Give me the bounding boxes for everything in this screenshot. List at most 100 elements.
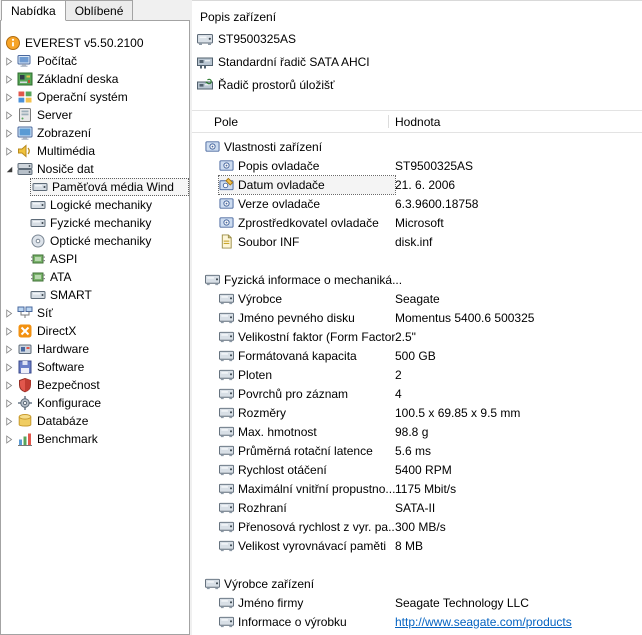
expand-collapsed-icon[interactable] (4, 146, 15, 157)
tree-item-zakladni-deska[interactable]: Základní deska (1, 70, 189, 88)
tree-item-operacni-system[interactable]: Operační systém (1, 88, 189, 106)
tree-item-benchmark[interactable]: Benchmark (1, 430, 189, 448)
expand-collapsed-icon[interactable] (4, 56, 15, 67)
expand-collapsed-icon[interactable] (4, 326, 15, 337)
expand-collapsed-icon[interactable] (4, 308, 15, 319)
tree-item-aspi[interactable]: ASPI (1, 250, 189, 268)
tree-item-label: Logické mechaniky (50, 198, 152, 212)
hard-disk-icon (219, 443, 234, 458)
memory-media-icon (32, 179, 48, 195)
table-row[interactable]: Rozhraní SATA-II (192, 498, 642, 517)
table-row[interactable]: Přenosová rychlost z vyr. pa... 300 MB/s (192, 517, 642, 536)
tree-item-logicke-mechaniky[interactable]: Logické mechaniky (1, 196, 189, 214)
table-row[interactable]: Výrobce Seagate (192, 289, 642, 308)
table-row-selected[interactable]: Datum ovladače 21. 6. 2006 (192, 175, 642, 194)
field-label: Zprostředkovatel ovladače (238, 216, 379, 230)
tree-item-ata[interactable]: ATA (1, 268, 189, 286)
device-item[interactable]: ST9500325AS (192, 27, 642, 50)
tree-item-label: EVEREST v5.50.2100 (25, 36, 144, 50)
field-label: Průměrná rotační latence (238, 444, 373, 458)
table-row[interactable]: Verze ovladače 6.3.9600.18758 (192, 194, 642, 213)
table-row[interactable]: Ploten 2 (192, 365, 642, 384)
table-row[interactable]: Formátovaná kapacita 500 GB (192, 346, 642, 365)
tree-item-smart[interactable]: SMART (1, 286, 189, 304)
field-label: Velikostní faktor (Form Factor) (238, 330, 395, 344)
field-label: Popis ovladače (238, 159, 319, 173)
table-row[interactable]: Jméno pevného disku Momentus 5400.6 5003… (192, 308, 642, 327)
tab-menu[interactable]: Nabídka (1, 0, 66, 21)
field-value: ST9500325AS (395, 159, 642, 173)
device-item[interactable]: Řadič prostorů úložišť (192, 73, 642, 96)
property-table: Vlastnosti zařízení Popis ovladače ST950… (192, 133, 642, 631)
field-label: Výrobce (238, 292, 282, 306)
table-row[interactable]: Povrchů pro záznam 4 (192, 384, 642, 403)
table-row[interactable]: Popis ovladače ST9500325AS (192, 156, 642, 175)
tree-item-databaze[interactable]: Databáze (1, 412, 189, 430)
tree-item-pametova-media[interactable]: Paměťová média Wind (1, 178, 189, 196)
tree-item-label: Software (37, 360, 84, 374)
tree-item-sit[interactable]: Síť (1, 304, 189, 322)
tree-item-multimedia[interactable]: Multimédia (1, 142, 189, 160)
tree-item-label: Zobrazení (37, 126, 91, 140)
table-row[interactable]: Jméno firmy Seagate Technology LLC (192, 593, 642, 612)
tree-item-server[interactable]: Server (1, 106, 189, 124)
hard-disk-icon (219, 310, 234, 325)
expand-collapsed-icon[interactable] (4, 416, 15, 427)
tree-item-opticke-mechaniky[interactable]: Optické mechaniky (1, 232, 189, 250)
tree-item-konfigurace[interactable]: Konfigurace (1, 394, 189, 412)
tab-favorites[interactable]: Oblíbené (65, 0, 134, 21)
tree-item-label: Nosiče dat (37, 162, 94, 176)
table-row[interactable]: Rychlost otáčení 5400 RPM (192, 460, 642, 479)
table-row[interactable]: Velikostní faktor (Form Factor) 2.5" (192, 327, 642, 346)
tree-item-directx[interactable]: DirectX (1, 322, 189, 340)
column-header-value[interactable]: Hodnota (395, 115, 440, 129)
table-row[interactable]: Velikost vyrovnávací paměti 8 MB (192, 536, 642, 555)
table-row[interactable]: Soubor INF disk.inf (192, 232, 642, 251)
table-row[interactable]: Max. hmotnost 98.8 g (192, 422, 642, 441)
device-item[interactable]: Standardní řadič SATA AHCI (192, 50, 642, 73)
product-info-link[interactable]: http://www.seagate.com/products (395, 615, 572, 629)
expand-collapsed-icon[interactable] (4, 344, 15, 355)
table-row[interactable]: Rozměry 100.5 x 69.85 x 9.5 mm (192, 403, 642, 422)
field-value: disk.inf (395, 235, 642, 249)
column-header-field[interactable]: Pole (192, 115, 238, 129)
tree-item-label: ASPI (50, 252, 77, 266)
section-title: Fyzická informace o mechaniká... (224, 273, 402, 287)
tree-item-zobrazeni[interactable]: Zobrazení (1, 124, 189, 142)
driver-icon (205, 139, 220, 154)
expand-collapsed-icon[interactable] (4, 398, 15, 409)
table-row[interactable]: Průměrná rotační latence 5.6 ms (192, 441, 642, 460)
tree-item-pocitac[interactable]: Počítač (1, 52, 189, 70)
field-value: Seagate Technology LLC (395, 596, 642, 610)
expand-collapsed-icon[interactable] (4, 380, 15, 391)
hard-disk-icon (219, 519, 234, 534)
table-row[interactable]: Maximální vnitřní propustno... 1175 Mbit… (192, 479, 642, 498)
expand-expanded-icon[interactable] (4, 164, 15, 175)
tree-item-nosice-dat[interactable]: Nosiče dat (1, 160, 189, 178)
field-label: Ploten (238, 368, 272, 382)
tree-item-hardware[interactable]: Hardware (1, 340, 189, 358)
everest-window: Nabídka Oblíbené EVEREST v5.50.2100 Počí… (0, 0, 642, 635)
table-section-header: Fyzická informace o mechaniká... (192, 270, 642, 289)
field-value: Microsoft (395, 216, 642, 230)
tree-item-label: Konfigurace (37, 396, 101, 410)
expand-collapsed-icon[interactable] (4, 74, 15, 85)
tree-item-bezpecnost[interactable]: Bezpečnost (1, 376, 189, 394)
hard-disk-icon (219, 595, 234, 610)
tree-item-everest[interactable]: EVEREST v5.50.2100 (1, 34, 189, 52)
expand-collapsed-icon[interactable] (4, 128, 15, 139)
table-row[interactable]: Zprostředkovatel ovladače Microsoft (192, 213, 642, 232)
expand-collapsed-icon[interactable] (4, 110, 15, 121)
table-row[interactable]: Informace o výrobku http://www.seagate.c… (192, 612, 642, 631)
field-value: 300 MB/s (395, 520, 642, 534)
expand-collapsed-icon[interactable] (4, 434, 15, 445)
tree-item-label: Bezpečnost (37, 378, 100, 392)
tree-item-label: ATA (50, 270, 72, 284)
server-icon (17, 107, 33, 123)
network-icon (17, 305, 33, 321)
expand-collapsed-icon[interactable] (4, 92, 15, 103)
column-separator[interactable] (388, 115, 389, 128)
tree-item-fyzicke-mechaniky[interactable]: Fyzické mechaniky (1, 214, 189, 232)
expand-collapsed-icon[interactable] (4, 362, 15, 373)
tree-item-software[interactable]: Software (1, 358, 189, 376)
